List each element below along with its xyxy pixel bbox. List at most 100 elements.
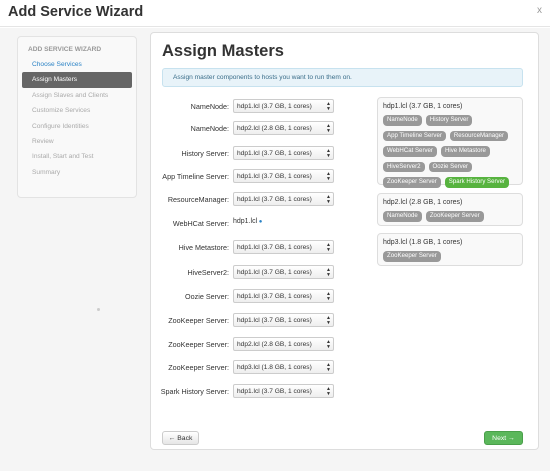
wizard-body: ADD SERVICE WIZARD Choose Services Assign…: [0, 28, 550, 471]
component-badges: ZooKeeper Server: [383, 251, 522, 262]
assignment-label: NameNode:: [190, 102, 229, 111]
assignment-row: HiveServer2: hdp1.lcl (3.7 GB, 1 cores) ▲ ▼: [151, 265, 351, 279]
sidebar-step-summary: Summary: [32, 168, 61, 176]
component-badge: Hive Metastore: [440, 146, 490, 157]
host-name: hdp2.lcl (2.8 GB, 1 cores): [383, 199, 463, 206]
assignment-row: ZooKeeper Server: hdp2.lcl (2.8 GB, 1 cor…: [151, 337, 351, 351]
back-button[interactable]: ← Back: [162, 431, 199, 445]
component-badges: NameNode History Server App Timeline Serve…: [383, 115, 522, 188]
assignment-host-text: hdp1.lcl ●: [233, 218, 262, 225]
select-arrows-icon: ▲ ▼: [326, 386, 331, 397]
component-badge: WebHCat Server: [383, 146, 437, 157]
assignment-label: Spark History Server:: [160, 387, 229, 396]
component-badge: HiveServer2: [383, 161, 425, 172]
host-select-value: hdp1.lcl (3.7 GB, 1 cores): [237, 388, 312, 395]
main-panel: Assign Masters Assign master components …: [150, 32, 539, 450]
host-name: hdp1.lcl (3.7 GB, 1 cores): [383, 103, 463, 110]
component-badge: History Server: [425, 115, 473, 126]
assignment-label: HiveServer2:: [187, 268, 229, 277]
component-badge: NameNode: [383, 211, 422, 222]
host-select[interactable]: hdp1.lcl (3.7 GB, 1 cores) ▲ ▼: [233, 146, 334, 160]
host-select-value: hdp1.lcl (3.7 GB, 1 cores): [237, 173, 312, 180]
host-select[interactable]: hdp1.lcl (3.7 GB, 1 cores) ▲ ▼: [233, 313, 334, 327]
assignment-label: History Server:: [181, 149, 229, 158]
host-select-value: hdp1.lcl (3.7 GB, 1 cores): [237, 269, 312, 276]
host-select-value: hdp3.lcl (1.8 GB, 1 cores): [237, 364, 312, 371]
host-select[interactable]: hdp1.lcl (3.7 GB, 1 cores) ▲ ▼: [233, 240, 334, 254]
host-select-value: hdp2.lcl (2.8 GB, 1 cores): [237, 125, 312, 132]
assignment-row: NameNode: hdp1.lcl (3.7 GB, 1 cores) ▲ ▼: [151, 99, 351, 113]
select-arrows-icon: ▲ ▼: [326, 291, 331, 302]
select-arrows-icon: ▲ ▼: [326, 267, 331, 278]
assignment-row: WebHCat Server: hdp1.lcl ●: [151, 216, 351, 230]
host-select[interactable]: hdp1.lcl (3.7 GB, 1 cores) ▲ ▼: [233, 384, 334, 398]
assignment-label: ResourceManager:: [167, 195, 229, 204]
host-box: hdp3.lcl (1.8 GB, 1 cores) ZooKeeper Serv…: [377, 233, 523, 266]
assignment-label: WebHCat Server:: [172, 219, 229, 228]
component-badge: ZooKeeper Server: [383, 177, 441, 188]
select-arrows-icon: ▲ ▼: [326, 339, 331, 350]
assignment-row: ZooKeeper Server: hdp3.lcl (1.8 GB, 1 cor…: [151, 360, 351, 374]
assignment-row: Spark History Server: hdp1.lcl (3.7 GB, 1…: [151, 384, 351, 398]
info-alert: Assign master components to hosts you wa…: [162, 68, 523, 87]
component-badge: ResourceManager: [449, 130, 509, 141]
assignment-row: Oozie Server: hdp1.lcl (3.7 GB, 1 cores) ▲…: [151, 289, 351, 303]
host-select-value: hdp1.lcl (3.7 GB, 1 cores): [237, 317, 312, 324]
assignment-label: Oozie Server:: [185, 292, 229, 301]
sidebar-step-configure-identities: Configure Identities: [32, 122, 89, 130]
host-select-value: hdp1.lcl (3.7 GB, 1 cores): [237, 103, 312, 110]
assignment-row: ResourceManager: hdp1.lcl (3.7 GB, 1 core…: [151, 192, 351, 206]
assignment-row: Hive Metastore: hdp1.lcl (3.7 GB, 1 cores…: [151, 240, 351, 254]
select-arrows-icon: ▲ ▼: [326, 194, 331, 205]
assignment-row: History Server: hdp1.lcl (3.7 GB, 1 cores…: [151, 146, 351, 160]
sidebar-step-install-start-and-test: Install, Start and Test: [32, 153, 94, 161]
host-select-value: hdp1.lcl (3.7 GB, 1 cores): [237, 150, 312, 157]
assignment-row: App Timeline Server: hdp1.lcl (3.7 GB, 1 …: [151, 169, 351, 183]
host-select[interactable]: hdp1.lcl (3.7 GB, 1 cores) ▲ ▼: [233, 192, 334, 206]
sidebar-heading: ADD SERVICE WIZARD: [28, 46, 102, 53]
component-badge: Oozie Server: [428, 161, 473, 172]
select-arrows-icon: ▲ ▼: [326, 242, 331, 253]
decorative-dot: [97, 308, 100, 311]
host-select[interactable]: hdp2.lcl (2.8 GB, 1 cores) ▲ ▼: [233, 121, 334, 135]
host-name-text: hdp1.lcl: [233, 218, 258, 225]
next-button[interactable]: Next →: [484, 431, 523, 445]
host-select[interactable]: hdp1.lcl (3.7 GB, 1 cores) ▲ ▼: [233, 99, 334, 113]
component-badge: ZooKeeper Server: [383, 251, 441, 262]
select-arrows-icon: ▲ ▼: [326, 148, 331, 159]
host-select[interactable]: hdp1.lcl (3.7 GB, 1 cores) ▲ ▼: [233, 169, 334, 183]
component-badges: NameNode ZooKeeper Server: [383, 211, 522, 222]
component-badge: NameNode: [383, 115, 422, 126]
assignment-label: ZooKeeper Server:: [168, 316, 229, 325]
host-select[interactable]: hdp1.lcl (3.7 GB, 1 cores) ▲ ▼: [233, 265, 334, 279]
sidebar-step-customize-services: Customize Services: [32, 107, 91, 115]
host-select-value: hdp1.lcl (3.7 GB, 1 cores): [237, 196, 312, 203]
host-select[interactable]: hdp1.lcl (3.7 GB, 1 cores) ▲ ▼: [233, 289, 334, 303]
sidebar-step-choose-services[interactable]: Choose Services: [18, 57, 136, 72]
assignment-label: NameNode:: [190, 124, 229, 133]
host-select[interactable]: hdp2.lcl (2.8 GB, 1 cores) ▲ ▼: [233, 337, 334, 351]
assignment-label: Hive Metastore:: [178, 243, 229, 252]
component-badge: App Timeline Server: [383, 130, 446, 141]
wizard-steps-sidebar: ADD SERVICE WIZARD Choose Services Assign…: [17, 36, 137, 198]
host-select[interactable]: hdp3.lcl (1.8 GB, 1 cores) ▲ ▼: [233, 360, 334, 374]
component-badge: Spark History Server: [444, 177, 510, 188]
host-select-value: hdp2.lcl (2.8 GB, 1 cores): [237, 341, 312, 348]
host-name: hdp3.lcl (1.8 GB, 1 cores): [383, 239, 463, 246]
assignment-row: ZooKeeper Server: hdp1.lcl (3.7 GB, 1 cor…: [151, 313, 351, 327]
select-arrows-icon: ▲ ▼: [326, 362, 331, 373]
component-badge: ZooKeeper Server: [425, 211, 484, 222]
select-arrows-icon: ▲ ▼: [326, 171, 331, 182]
wizard-title: Add Service Wizard: [8, 4, 144, 20]
close-icon[interactable]: x: [537, 6, 542, 16]
page-title: Assign Masters: [162, 42, 284, 60]
assignment-row: NameNode: hdp2.lcl (2.8 GB, 1 cores) ▲ ▼: [151, 121, 351, 135]
sidebar-step-assign-masters: Assign Masters: [22, 72, 132, 88]
wizard-header: Add Service Wizard x: [0, 0, 550, 27]
host-box: hdp1.lcl (3.7 GB, 1 cores) NameNode Histor…: [377, 97, 523, 188]
assignment-label: ZooKeeper Server:: [168, 363, 229, 372]
sidebar-step-assign-slaves-and-clients: Assign Slaves and Clients: [32, 91, 109, 99]
info-dot-icon: ●: [257, 219, 263, 225]
select-arrows-icon: ▲ ▼: [326, 315, 331, 326]
sidebar-step-review: Review: [32, 137, 54, 145]
